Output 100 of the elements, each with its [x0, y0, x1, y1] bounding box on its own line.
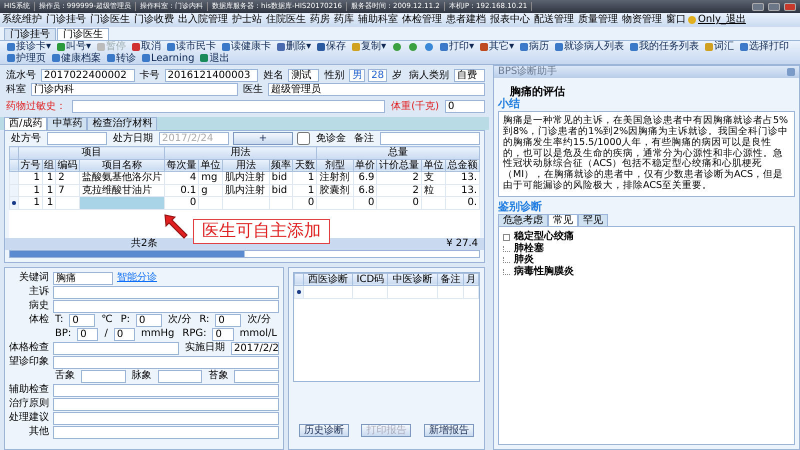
menu-item[interactable]: 辅助科室 [356, 14, 400, 26]
menu-item[interactable]: 患者建档 [444, 14, 488, 26]
toolbar-button[interactable]: 打印▾ [437, 41, 478, 52]
edit-field[interactable] [80, 196, 165, 209]
report-button[interactable]: 新增报告 [424, 424, 474, 437]
toolbar-button[interactable]: 取消 [129, 41, 164, 52]
input-field[interactable]: 超级管理员 [268, 83, 485, 96]
module-tab[interactable]: 门诊挂号 [4, 28, 56, 40]
toolbar-button[interactable]: 读市民卡 [164, 41, 220, 52]
menu-item[interactable]: 药库 [332, 14, 356, 26]
menu-item[interactable]: 药房 [308, 14, 332, 26]
allergy-label: 药物过敏史： [5, 100, 67, 112]
menu-item[interactable]: 质量管理 [576, 14, 620, 26]
toolbar-button[interactable]: 复制▾ [349, 41, 390, 52]
menu-item[interactable]: 护士站 [230, 14, 264, 26]
field-label: R: [198, 314, 210, 326]
toolbar-button[interactable]: 读健康卡 [219, 41, 274, 52]
diagnosis-tab[interactable]: 罕见 [578, 214, 608, 226]
toolbar-button[interactable]: 选择打印 [737, 41, 792, 52]
toolbar-icon [352, 42, 360, 51]
menu-item[interactable]: 体检管理 [400, 14, 444, 26]
field-label: 苔象 [207, 370, 230, 382]
input-field[interactable] [53, 300, 279, 312]
diagnosis-tab[interactable]: 常见 [548, 214, 578, 226]
input-field[interactable]: 2017/2/2 [231, 342, 279, 354]
expand-icon[interactable] [503, 234, 510, 241]
toolbar-button[interactable]: 护理页 [4, 52, 49, 64]
input-field[interactable] [53, 356, 279, 368]
menu-link[interactable]: Only_退出 [696, 14, 748, 26]
input-field[interactable] [53, 286, 279, 298]
prescription-tab[interactable]: 西/成药 [4, 117, 48, 130]
toolbar-button[interactable]: 健康档案 [49, 52, 104, 64]
prescription-tab[interactable]: 检查治疗材料 [87, 117, 158, 130]
menu-item[interactable]: 出入院管理 [176, 14, 230, 26]
input-field[interactable]: 2017022400002 [41, 69, 135, 82]
input-field[interactable]: 胸痛 [53, 272, 113, 284]
toolbar-button[interactable]: 退出 [197, 52, 232, 64]
field-label: 脉象 [130, 370, 153, 382]
input-field[interactable]: 0 [114, 328, 136, 340]
prescription-tab[interactable]: 中草药 [47, 117, 88, 130]
add-button[interactable]: + [233, 132, 293, 145]
input-field[interactable] [53, 398, 279, 410]
module-tab[interactable]: 门诊医生 [57, 28, 109, 40]
input-field[interactable] [53, 412, 279, 424]
input-field[interactable] [81, 370, 126, 382]
tree-item[interactable]: 稳定型心绞痛 [514, 231, 574, 243]
menu-item[interactable]: 报表中心 [488, 14, 532, 26]
input-field[interactable] [53, 384, 279, 396]
minimize-icon[interactable] [752, 2, 764, 10]
tree-item[interactable]: 肺栓塞 [514, 242, 544, 254]
toolbar-button[interactable]: 删除▾ [274, 41, 314, 52]
allergy-field[interactable] [72, 100, 386, 113]
input-field[interactable]: 0 [212, 328, 234, 340]
input-field[interactable]: 男 [349, 69, 366, 82]
input-field[interactable]: 0 [69, 314, 96, 326]
menu-item[interactable]: 门诊医生 [88, 14, 132, 26]
toolbar-button[interactable]: 病历 [517, 41, 552, 52]
input-field[interactable]: 28 [368, 69, 388, 82]
toolbar-button[interactable]: 其它▾ [477, 41, 518, 52]
input-field[interactable]: 2016121400003 [164, 69, 258, 82]
weight-field[interactable]: 0 [445, 100, 485, 113]
input-field[interactable]: 0 [215, 314, 242, 326]
remark-field[interactable] [380, 132, 480, 145]
diagnosis-tab[interactable]: 危急考虑 [498, 214, 548, 226]
report-button[interactable]: 历史诊断 [299, 424, 350, 437]
toolbar-button[interactable]: Learning [139, 52, 198, 64]
toolbar-button[interactable]: 就诊病人列表 [552, 41, 628, 52]
input-field[interactable]: 自费 [454, 69, 485, 82]
input-field[interactable] [53, 342, 179, 354]
toolbar-button[interactable]: 保存 [314, 41, 350, 52]
menu-item[interactable]: 配送管理 [532, 14, 576, 26]
input-field[interactable] [53, 426, 279, 438]
field-label: 实施日期 [184, 342, 226, 354]
field-label: 辅助检查 [9, 384, 49, 396]
toolbar-button[interactable]: 我的任务列表 [627, 41, 702, 52]
menu-item[interactable]: 门诊收费 [132, 14, 176, 26]
toolbar-button[interactable]: 转诊 [104, 52, 139, 64]
menu-item[interactable]: 物资管理 [620, 14, 664, 26]
menu-item[interactable]: 门诊挂号 [44, 14, 88, 26]
input-field[interactable]: 门诊内科 [31, 83, 238, 96]
input-field[interactable] [158, 370, 202, 382]
input-field[interactable]: 0 [136, 314, 162, 326]
row-pointer-icon [297, 290, 301, 294]
menu-item[interactable]: 窗口 [664, 14, 688, 26]
input-field[interactable]: 0 [77, 328, 98, 340]
checkbox[interactable] [297, 132, 310, 145]
menu-item[interactable]: 系统维护 [0, 14, 44, 26]
toolbar-button[interactable]: 叫号▾ [54, 41, 94, 52]
prescription-number-field[interactable] [47, 132, 107, 145]
input-field[interactable] [234, 370, 280, 382]
menu-item[interactable]: 住院医生 [264, 14, 308, 26]
tree-item[interactable]: 病毒性胸膜炎 [514, 266, 574, 278]
toolbar-button[interactable]: 词汇 [702, 41, 738, 52]
input-field[interactable]: 测试 [288, 69, 320, 82]
link[interactable]: 智能分诊 [117, 272, 157, 284]
section-heading: 小结 [496, 98, 520, 111]
toolbar-button[interactable]: 接诊卡▾ [4, 41, 54, 52]
tree-item[interactable]: 肺炎 [514, 254, 534, 266]
maximize-icon[interactable] [768, 2, 780, 10]
column-group-header: 总量 [316, 146, 480, 159]
